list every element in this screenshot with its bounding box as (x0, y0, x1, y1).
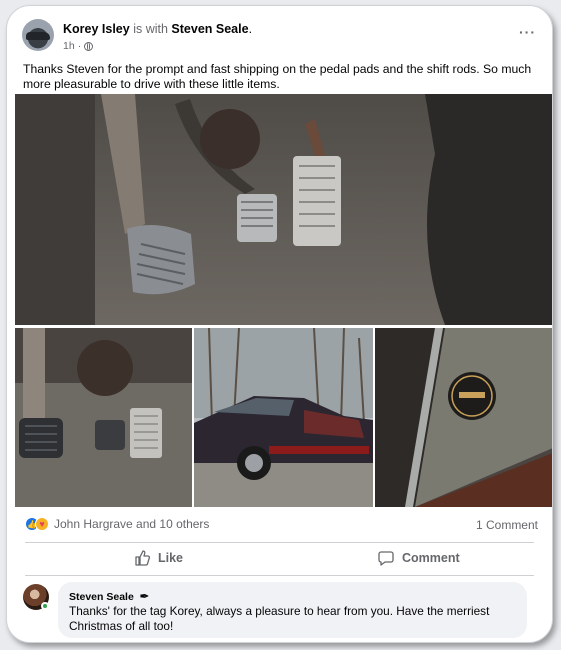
post-header: Korey Isley is with Steven Seale. 1h · ·… (22, 19, 540, 55)
author-avatar[interactable] (22, 19, 54, 51)
more-icon[interactable]: ··· (519, 25, 536, 39)
window-sticker-photo[interactable] (375, 328, 552, 507)
comment-text: Thanks' for the tag Korey, always a plea… (69, 604, 490, 633)
commenter-line: Steven Seale ✒ (69, 590, 150, 604)
comment-icon (378, 550, 394, 566)
reactions-summary[interactable]: 👍 ♥ John Hargrave and 10 others (25, 517, 209, 531)
comment: Steven Seale ✒ Thanks' for the tag Korey… (23, 582, 528, 640)
comment-label: Comment (402, 551, 460, 565)
pedals-wide-photo[interactable] (15, 328, 192, 507)
author-name[interactable]: Korey Isley (63, 22, 130, 36)
comment-bubble: Steven Seale ✒ Thanks' for the tag Korey… (58, 582, 527, 638)
pedals-wide-image (15, 328, 192, 507)
avatar-car-image (26, 32, 50, 40)
tagged-suffix: . (248, 22, 253, 36)
reaction-names[interactable]: John Hargrave and 10 others (54, 517, 209, 531)
post-card: Korey Isley is with Steven Seale. 1h · ·… (6, 5, 553, 643)
window-sticker-image (375, 328, 552, 507)
like-label: Like (158, 551, 184, 565)
comment-button[interactable]: Comment (378, 550, 460, 566)
online-status-icon (41, 602, 49, 610)
like-button[interactable]: Like (134, 550, 183, 566)
author-line: Korey Isley is with Steven Seale. (63, 22, 252, 36)
car-photo[interactable] (194, 328, 373, 507)
divider-bottom (25, 575, 534, 576)
post-text: Thanks Steven for the prompt and fast sh… (23, 62, 532, 91)
divider-top (25, 542, 534, 543)
post-meta: 1h · (63, 40, 94, 52)
comment-count[interactable]: 1 Comment (476, 518, 538, 532)
post-time[interactable]: 1h (63, 40, 75, 52)
pen-icon: ✒ (139, 591, 150, 603)
pedals-closeup-photo[interactable] (15, 94, 552, 325)
care-react-icon: ♥ (35, 517, 49, 531)
globe-icon[interactable] (84, 41, 94, 51)
thumbs-up-icon (134, 550, 150, 566)
tagged-name[interactable]: Steven Seale (171, 22, 248, 36)
meta-separator: · (77, 40, 82, 52)
commenter-name[interactable]: Steven Seale (69, 591, 134, 603)
with-text: is with (133, 22, 168, 36)
pedals-closeup-image (15, 94, 552, 325)
car-image (194, 328, 373, 507)
